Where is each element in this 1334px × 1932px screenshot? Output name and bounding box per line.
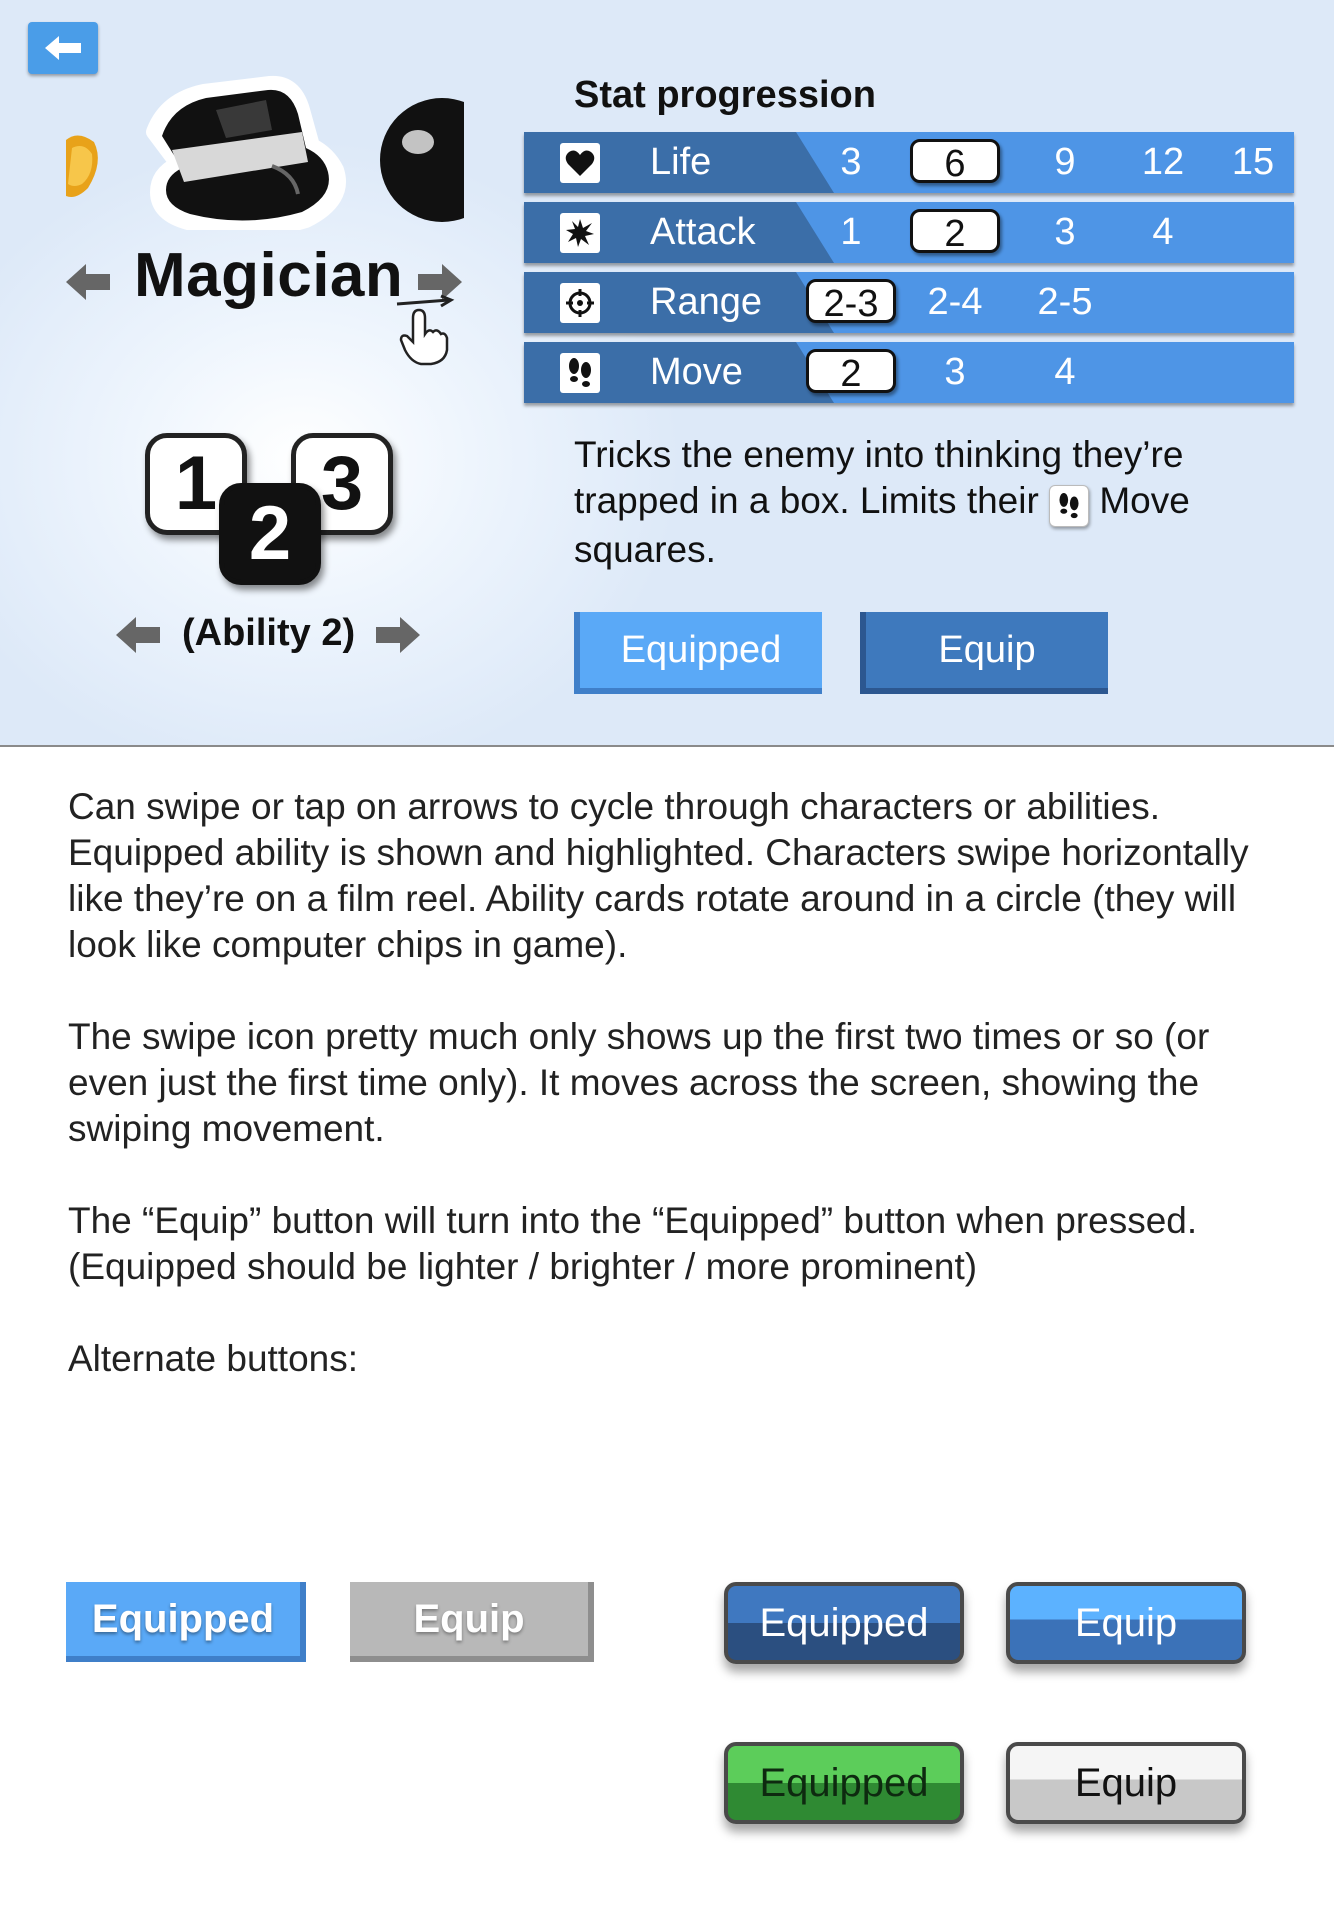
stat-value: 12 — [1141, 141, 1185, 183]
stat-name: Move — [650, 351, 743, 393]
stat-row-move: Move 2 3 4 — [524, 342, 1294, 403]
stat-value-selected: 2-3 — [806, 279, 896, 325]
stat-row-life: Life 3 6 9 12 15 — [524, 132, 1294, 193]
stat-value-selected: 6 — [910, 139, 1000, 185]
stat-value: 2-5 — [1037, 281, 1093, 323]
equip-button[interactable]: Equip — [860, 612, 1108, 694]
swipe-hand-icon — [396, 294, 455, 366]
stat-value: 9 — [1054, 141, 1076, 183]
note-paragraph: The “Equip” button will turn into the “E… — [68, 1200, 1198, 1287]
back-arrow-icon — [45, 36, 81, 60]
stat-row-range: Range 2-3 2-4 2-5 — [524, 272, 1294, 333]
ui-mockup: Magician 1 3 2 (Ability 2) Stat progress… — [0, 0, 1334, 747]
crosshair-icon — [560, 283, 600, 323]
description-text: Tricks the enemy into thinking they’re t… — [574, 434, 1184, 521]
footprints-icon — [1049, 485, 1090, 527]
stat-value: 1 — [840, 211, 862, 253]
heart-icon — [560, 143, 600, 183]
note-paragraph: Alternate buttons: — [68, 1338, 359, 1379]
ability-label: (Ability 2) — [182, 612, 356, 654]
next-ability-arrow[interactable] — [376, 615, 420, 655]
stat-table: Life 3 6 9 12 15 Attack 1 2 3 4 Range 2-… — [524, 132, 1294, 412]
stat-value: 2-4 — [927, 281, 983, 323]
stat-value-selected: 2 — [910, 209, 1000, 255]
note-paragraph: The swipe icon pretty much only shows up… — [68, 1016, 1210, 1149]
stat-name: Attack — [650, 211, 756, 253]
prev-character-icon — [66, 135, 98, 197]
stat-title: Stat progression — [574, 74, 876, 116]
alt-green-equipped-button[interactable]: Equipped — [724, 1742, 964, 1824]
stat-value: 4 — [1152, 211, 1174, 253]
stat-row-attack: Attack 1 2 3 4 — [524, 202, 1294, 263]
top-hat-icon — [146, 75, 346, 230]
note-paragraph: Can swipe or tap on arrows to cycle thro… — [68, 786, 1249, 965]
alt-blue-equip-button[interactable]: Equip — [1006, 1582, 1246, 1664]
stat-value: 4 — [1054, 351, 1076, 393]
alt-dark-equipped-button[interactable]: Equipped — [724, 1582, 964, 1664]
equipped-button[interactable]: Equipped — [574, 612, 822, 694]
prev-ability-arrow[interactable] — [116, 615, 160, 655]
burst-icon — [560, 213, 600, 253]
stat-value: 3 — [944, 351, 966, 393]
alt-flat-equip-button[interactable]: Equip — [350, 1582, 594, 1662]
ability-chip-2[interactable]: 2 — [219, 483, 321, 585]
character-carousel[interactable] — [66, 70, 464, 230]
ability-chips[interactable]: 1 3 2 — [145, 433, 395, 593]
ability-description: Tricks the enemy into thinking they’re t… — [574, 432, 1274, 573]
design-notes: Can swipe or tap on arrows to cycle thro… — [68, 784, 1288, 1428]
next-character-icon — [380, 98, 464, 222]
stat-value-selected: 2 — [806, 349, 896, 395]
stat-value: 3 — [1054, 211, 1076, 253]
back-button[interactable] — [28, 22, 98, 74]
alt-gray-equip-button[interactable]: Equip — [1006, 1742, 1246, 1824]
stat-value: 15 — [1231, 141, 1275, 183]
footprints-icon — [560, 353, 600, 393]
alt-flat-equipped-button[interactable]: Equipped — [66, 1582, 306, 1662]
character-name: Magician — [134, 241, 404, 310]
stat-value: 3 — [840, 141, 862, 183]
prev-character-arrow[interactable] — [66, 262, 110, 302]
stat-name: Life — [650, 141, 712, 183]
stat-name: Range — [650, 281, 762, 323]
